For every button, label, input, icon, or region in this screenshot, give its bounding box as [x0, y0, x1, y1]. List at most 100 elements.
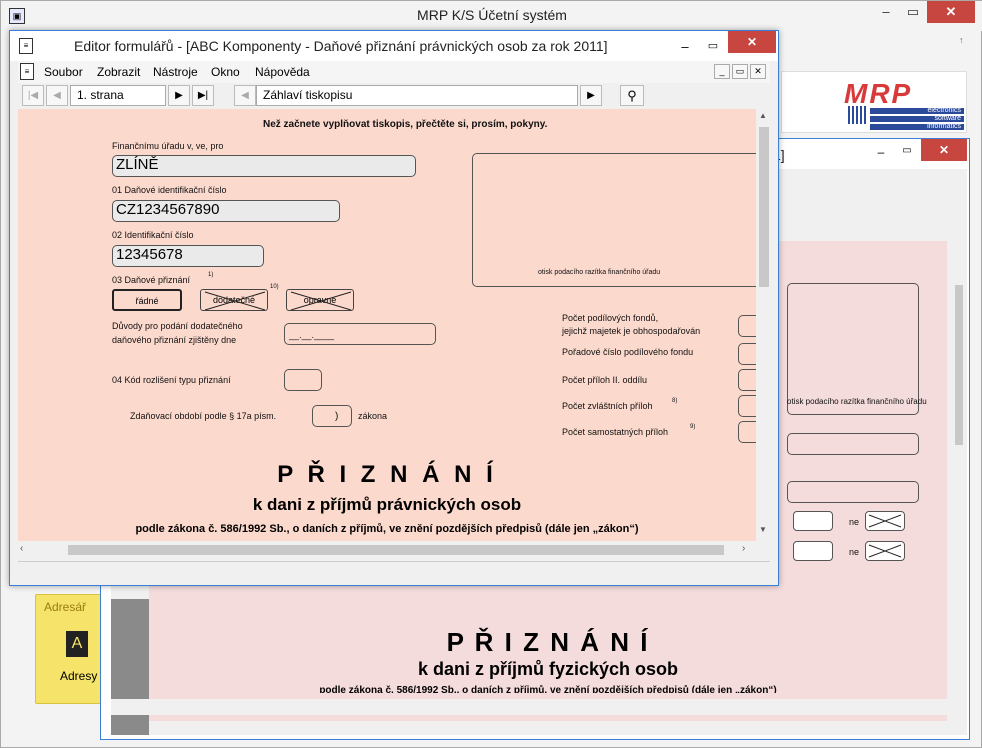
next-section-icon[interactable]: ▶	[580, 85, 602, 106]
menu-napoveda[interactable]: Nápověda	[255, 65, 310, 79]
win2-check-ano-1[interactable]	[793, 511, 833, 531]
type-radne[interactable]: řádné	[112, 289, 182, 311]
horizontal-scrollbar[interactable]: ‹ ›	[18, 541, 772, 559]
first-page-icon[interactable]: |◀	[22, 85, 44, 106]
period-field[interactable]: )	[312, 405, 352, 427]
address-book-icon: A	[66, 631, 88, 657]
close-icon[interactable]: ✕	[927, 1, 975, 23]
logo-stripes	[848, 106, 868, 124]
win2-field-b[interactable]	[787, 481, 919, 503]
dic-field[interactable]: CZ1234567890	[112, 200, 340, 222]
win2-vscroll[interactable]	[951, 225, 967, 715]
fund-order-field[interactable]	[738, 343, 756, 365]
editor-minimize-icon[interactable]: –	[674, 39, 696, 54]
period-suffix: zákona	[358, 411, 388, 421]
period-label: Zdaňovací období podle § 17a písm.	[130, 411, 277, 421]
win2-minimize-icon[interactable]: –	[871, 145, 891, 159]
right-label-3: Počet příloh II. oddílu	[562, 375, 648, 385]
menu-nastroje[interactable]: Nástroje	[153, 65, 198, 79]
win2-check-ano-2[interactable]	[793, 541, 833, 561]
win2-close-icon[interactable]: ✕	[921, 139, 967, 161]
next-page-icon[interactable]: ▶	[168, 85, 190, 106]
form-heading: P Ř I Z N Á N Í	[277, 461, 497, 488]
form-notice: Než začnete vyplňovat tiskopis, přečtěte…	[263, 119, 548, 130]
mdi-close-icon[interactable]: ✕	[750, 64, 766, 79]
menu-zobrazit[interactable]: Zobrazit	[97, 65, 140, 79]
menu-okno[interactable]: Okno	[211, 65, 240, 79]
scroll-up-icon[interactable]: ↑	[959, 35, 971, 47]
mdi-minimize-icon[interactable]: _	[714, 64, 730, 79]
prev-section-icon[interactable]: ◀	[234, 85, 256, 106]
win2-law-line: podle zákona č. 586/1992 Sb., o daních z…	[319, 685, 777, 693]
reason-label-1: Důvody pro podání dodatečného	[112, 321, 243, 331]
page-select[interactable]: 1. strana	[70, 85, 166, 106]
form-law-line: podle zákona č. 586/1992 Sb., o daních z…	[135, 523, 639, 535]
mdi-restore-icon[interactable]: ▭	[732, 64, 748, 79]
fund-count-field[interactable]	[738, 315, 756, 337]
stamp-label: otisk podacího razítka finančního úřadu	[538, 269, 661, 276]
win2-field-a[interactable]	[787, 433, 919, 455]
period-paren: )	[335, 411, 339, 422]
scroll-up-arrow-icon[interactable]: ▲	[759, 111, 767, 120]
reason-date-mask: __.__.____	[289, 330, 335, 340]
logo-line-2: software	[870, 115, 964, 122]
win2-check-ne-2[interactable]	[865, 541, 905, 561]
dic-label: 01 Daňové identifikační číslo	[112, 185, 227, 195]
tax-form-canvas: Než začnete vyplňovat tiskopis, přečtěte…	[18, 109, 756, 541]
type-label: 03 Daňové přiznání	[112, 275, 191, 285]
app-title-bar: ▣ MRP K/S Účetní systém – ▭ ✕	[1, 1, 982, 31]
scroll-left-arrow-icon[interactable]: ‹	[20, 543, 23, 554]
right-label-1a: Počet podílových fondů,	[562, 313, 659, 323]
menu-soubor[interactable]: Soubor	[44, 65, 83, 79]
right-label-1b: jejichž majetek je obhospodařován	[562, 326, 701, 336]
logo-line-1: electronics	[870, 107, 964, 114]
right-label-4-sup: 8)	[672, 398, 678, 404]
editor-close-icon[interactable]: ✕	[728, 31, 776, 53]
maximize-icon[interactable]: ▭	[899, 1, 927, 23]
section-select[interactable]: Záhlaví tiskopisu	[256, 85, 578, 106]
editor-title: Editor formulářů - [ABC Komponenty - Daň…	[74, 38, 608, 54]
win2-vscroll-thumb[interactable]	[955, 285, 963, 445]
last-page-icon[interactable]: ▶|	[192, 85, 214, 106]
win2-maximize-icon[interactable]: ▭	[897, 145, 917, 159]
adresy-button[interactable]: Adresy	[60, 669, 97, 683]
type-opravne[interactable]: opravné	[286, 289, 354, 311]
office-field[interactable]: ZLÍNĚ	[112, 155, 416, 177]
separate-attachments-field[interactable]	[738, 421, 756, 443]
vertical-scroll-thumb[interactable]	[759, 127, 769, 287]
editor-menu-bar: ≡ Soubor Zobrazit Nástroje Okno Nápověda…	[18, 61, 770, 83]
reason-date-field[interactable]: __.__.____	[284, 323, 436, 345]
editor-toolbar: |◀ ◀ 1. strana ▶ ▶| ◀ Záhlaví tiskopisu …	[18, 83, 770, 109]
win2-hscroll[interactable]	[111, 699, 951, 715]
status-bar	[18, 561, 770, 579]
kind-label: 04 Kód rozlišení typu přiznání	[112, 375, 231, 385]
ic-field[interactable]: 12345678	[112, 245, 264, 267]
logo-line-3: informatics	[870, 123, 964, 130]
type-dodatecne[interactable]: dodatečné	[200, 289, 268, 311]
type-footnote: 1)	[208, 272, 214, 278]
scroll-down-arrow-icon[interactable]: ▼	[759, 525, 767, 534]
document-menu-icon[interactable]: ≡	[20, 63, 34, 80]
adresar-tile-label: Adresář	[44, 600, 87, 614]
company-logo: MRP electronics software informatics	[781, 71, 967, 133]
minimize-icon[interactable]: –	[873, 1, 899, 23]
editor-maximize-icon[interactable]: ▭	[702, 39, 724, 53]
editor-app-icon: ≡	[19, 38, 33, 54]
prev-page-icon[interactable]: ◀	[46, 85, 68, 106]
special-attachments-field[interactable]	[738, 395, 756, 417]
ic-label: 02 Identifikační číslo	[112, 230, 194, 240]
scroll-right-arrow-icon[interactable]: ›	[742, 543, 745, 554]
kind-field[interactable]	[284, 369, 322, 391]
right-label-5-sup: 9)	[690, 424, 696, 430]
win2-stamp-label: otisk podacího razítka finančního úřadu	[787, 397, 927, 406]
win2-stamp-box	[787, 283, 919, 415]
win2-check-ne-1[interactable]	[865, 511, 905, 531]
vertical-scrollbar[interactable]: ▲ ▼	[756, 109, 772, 541]
stamp-box	[472, 153, 756, 287]
form-subheading: k dani z příjmů právnických osob	[252, 495, 522, 514]
win2-subheading: k dani z příjmů fyzických osob	[417, 659, 679, 679]
search-icon[interactable]: ⚲	[620, 85, 644, 106]
horizontal-scroll-thumb[interactable]	[68, 545, 724, 555]
attachments-2-field[interactable]	[738, 369, 756, 391]
type-footnote-2: 10)	[270, 284, 279, 290]
